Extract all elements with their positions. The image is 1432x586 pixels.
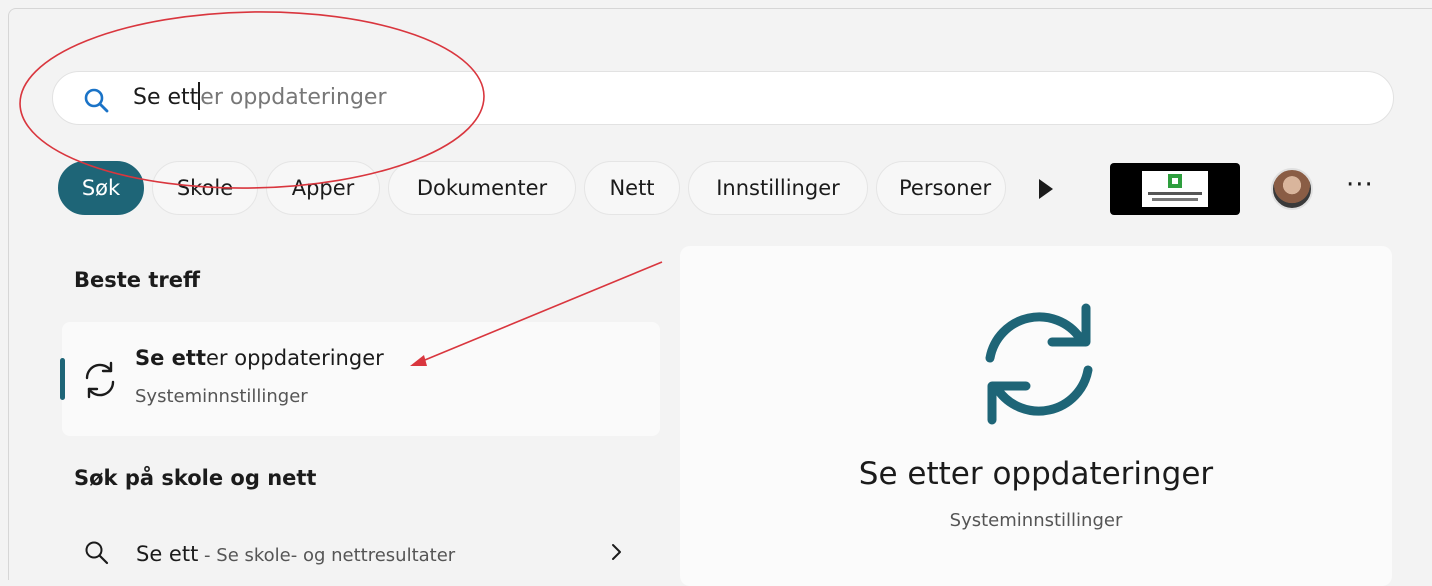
play-icon[interactable]	[1036, 176, 1056, 202]
best-match-heading: Beste treff	[74, 268, 200, 292]
selection-indicator	[60, 358, 65, 400]
preview-pane: Se etter oppdateringer Systeminnstilling…	[680, 246, 1392, 586]
tab-skole[interactable]: Skole	[152, 161, 258, 215]
search-icon	[85, 541, 109, 565]
chevron-right-icon[interactable]	[609, 540, 625, 564]
user-avatar[interactable]	[1271, 168, 1313, 210]
refresh-icon	[985, 303, 1093, 425]
web-search-heading: Søk på skole og nett	[74, 466, 317, 490]
tab-innstillinger[interactable]: Innstillinger	[688, 161, 868, 215]
tab-sok[interactable]: Søk	[58, 161, 144, 215]
search-box[interactable]: Se etter oppdateringer	[52, 71, 1394, 125]
tab-apper[interactable]: Apper	[266, 161, 380, 215]
best-match-result[interactable]	[62, 322, 660, 436]
logo-image	[1142, 171, 1208, 207]
best-match-title: Se etter oppdateringer	[135, 346, 384, 370]
refresh-icon	[85, 361, 115, 399]
search-typed-text: Se ett	[133, 85, 199, 110]
preview-subtitle: Systeminnstillinger	[949, 510, 1123, 531]
more-dots-icon[interactable]: ···	[1346, 170, 1374, 200]
tab-nett[interactable]: Nett	[584, 161, 680, 215]
web-search-text: Se ett - Se skole- og nettresultater	[136, 542, 456, 566]
organization-logo[interactable]	[1110, 163, 1240, 215]
best-match-subtitle: Systeminnstillinger	[135, 386, 308, 407]
tab-dokumenter[interactable]: Dokumenter	[388, 161, 576, 215]
search-autocomplete: er oppdateringer	[200, 85, 387, 110]
tab-personer[interactable]: Personer	[876, 161, 1006, 215]
search-icon	[84, 88, 109, 113]
search-input[interactable]: Se etter oppdateringer	[133, 72, 1333, 124]
preview-title: Se etter oppdateringer	[858, 456, 1214, 492]
web-search-result[interactable]: Se ett - Se skole- og nettresultater	[62, 528, 660, 578]
